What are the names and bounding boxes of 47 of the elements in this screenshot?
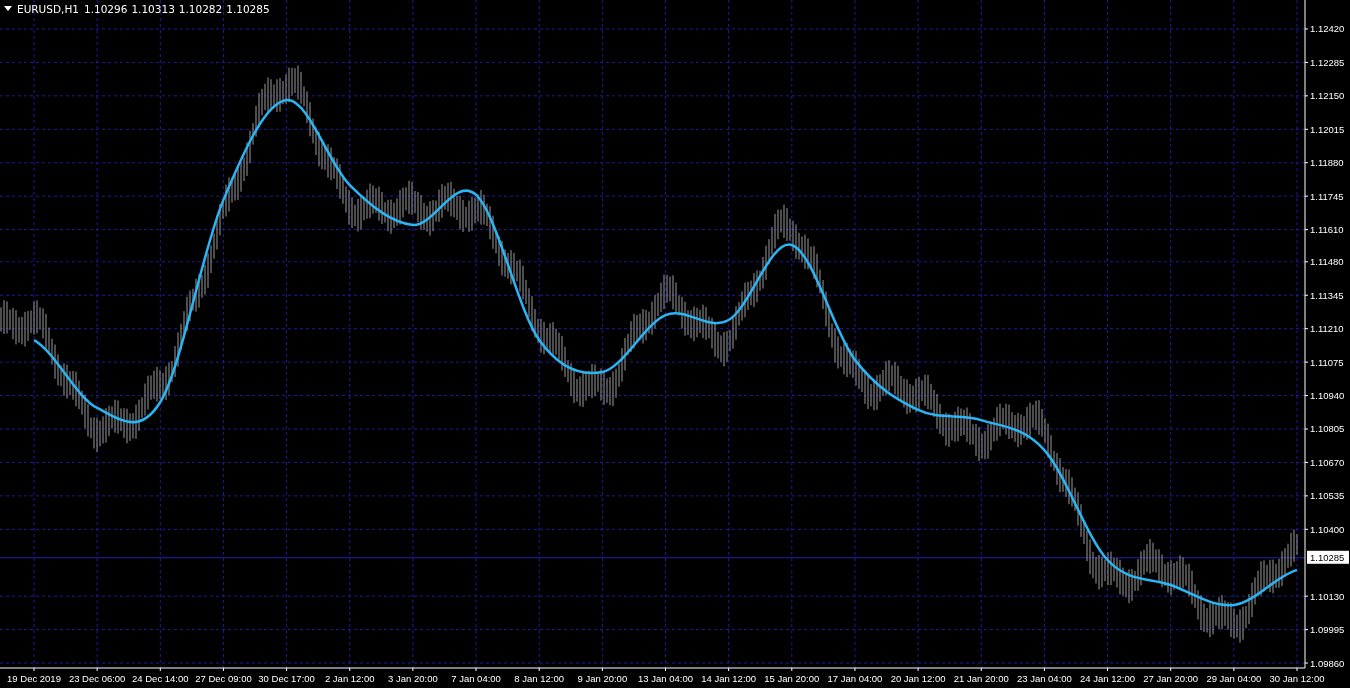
time-axis-label: 14 Jan 12:00 <box>701 673 757 684</box>
price-axis-label: 1.11345 <box>1310 289 1344 301</box>
time-axis-label: 24 Jan 12:00 <box>1080 673 1135 684</box>
time-axis-label: 3 Jan 20:00 <box>388 673 438 684</box>
price-axis-label: 1.09860 <box>1310 657 1345 669</box>
time-axis-label: 19 Dec 2019 <box>7 673 61 684</box>
time-axis-label: 9 Jan 20:00 <box>577 673 628 684</box>
time-axis-label: 2 Jan 12:00 <box>324 673 375 684</box>
price-axis-label: 1.11075 <box>1310 356 1344 368</box>
price-axis-label: 1.12285 <box>1310 56 1345 68</box>
time-axis-label: 30 Jan 12:00 <box>1269 673 1325 684</box>
price-axis-label: 1.11210 <box>1310 323 1344 335</box>
price-axis-label: 1.11880 <box>1310 157 1344 169</box>
time-axis-label: 23 Dec 06:00 <box>68 673 126 684</box>
price-axis-label: 1.11745 <box>1310 190 1344 202</box>
price-axis-label: 1.12150 <box>1310 90 1345 102</box>
time-axis-label: 30 Dec 17:00 <box>258 673 315 684</box>
quote-value: 1.10313 <box>131 3 175 15</box>
time-axis-label: 8 Jan 12:00 <box>514 673 565 684</box>
time-axis-label: 29 Jan 04:00 <box>1206 673 1262 684</box>
time-axis-label: 24 Dec 14:00 <box>132 673 189 684</box>
quote-value: 1.10282 <box>178 3 223 15</box>
price-axis-label: 1.12015 <box>1310 123 1345 135</box>
time-axis-label: 7 Jan 04:00 <box>451 673 501 684</box>
current-price-label: 1.10285 <box>1307 550 1349 564</box>
time-axis-label: 15 Jan 20:00 <box>764 673 820 684</box>
price-axis-label: 1.10805 <box>1310 423 1345 435</box>
time-axis-label: 23 Jan 04:00 <box>1016 673 1072 684</box>
time-axis-label: 27 Jan 20:00 <box>1143 673 1199 684</box>
symbol-label: EURUSD,H1 <box>17 3 79 15</box>
time-axis-label: 13 Jan 04:00 <box>638 673 693 684</box>
price-axis-label: 1.09995 <box>1310 624 1345 636</box>
price-axis-label: 1.10535 <box>1310 490 1345 502</box>
time-axis-label: 27 Dec 09:00 <box>195 673 252 684</box>
price-axis-label: 1.10670 <box>1310 456 1345 468</box>
price-axis-label: 1.10400 <box>1310 523 1345 535</box>
price-axis-label: 1.11480 <box>1310 256 1344 268</box>
price-axis-label: 1.12420 <box>1310 23 1345 35</box>
dropdown-caret-icon[interactable] <box>4 6 12 12</box>
time-axis-label: 20 Jan 12:00 <box>890 673 946 684</box>
price-axis-label: 1.10940 <box>1310 390 1345 402</box>
price-axis-label: 1.10130 <box>1310 590 1345 602</box>
quote-value: 1.10296 <box>83 3 128 15</box>
quote-value: 1.10285 <box>226 3 270 15</box>
time-axis-label: 17 Jan 04:00 <box>827 673 883 684</box>
time-axis-label: 21 Jan 20:00 <box>953 673 1009 684</box>
price-axis-label: 1.11610 <box>1310 224 1344 236</box>
